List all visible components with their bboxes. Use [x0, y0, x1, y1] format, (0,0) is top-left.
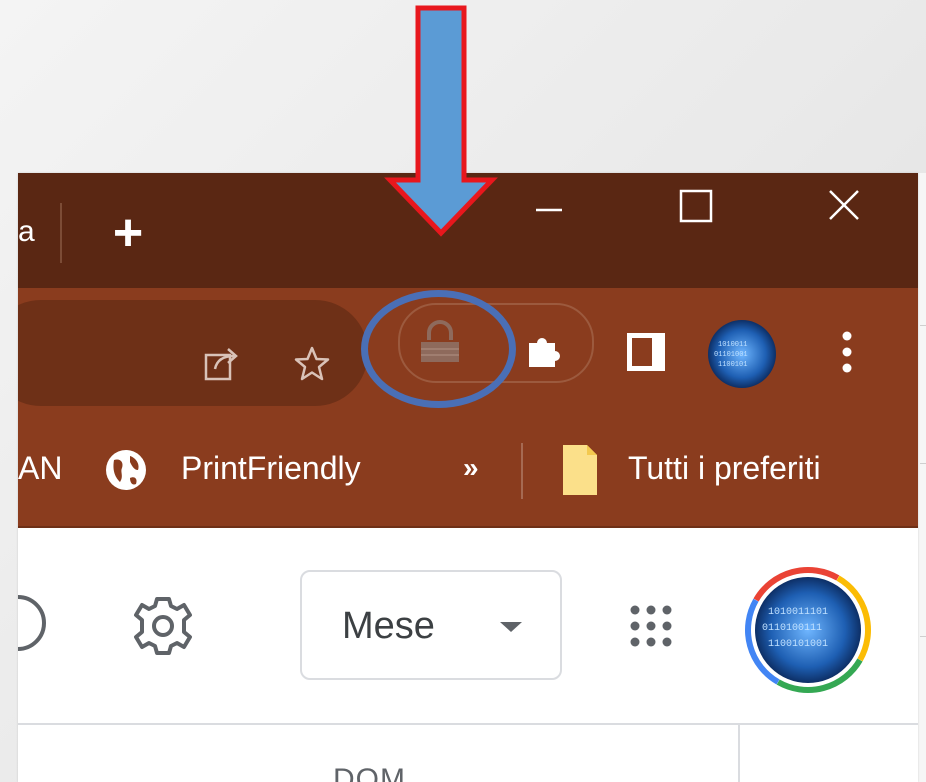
globe-icon [106, 450, 146, 490]
bookmark-fragment[interactable]: AN [18, 448, 62, 488]
maximize-button[interactable] [666, 183, 726, 233]
day-of-week-label: DOM [333, 763, 406, 782]
bookmark-star-icon[interactable] [293, 345, 331, 383]
share-icon[interactable] [203, 345, 241, 383]
apps-grid-icon[interactable] [626, 601, 676, 651]
svg-text:1100101: 1100101 [718, 361, 747, 369]
background-strip [918, 173, 926, 782]
view-selector-label: Mese [342, 605, 435, 647]
grid-divider [18, 723, 918, 725]
caret-down-icon [500, 622, 522, 632]
close-button[interactable] [816, 183, 876, 233]
side-panel-icon[interactable] [624, 330, 668, 374]
all-bookmarks-button[interactable]: Tutti i preferiti [628, 448, 821, 488]
bookmarks-overflow-button[interactable]: » [463, 448, 479, 488]
folder-icon [563, 445, 597, 495]
tab-separator [60, 203, 62, 263]
account-avatar[interactable]: 1010011101 0110100111 1100101001 [744, 566, 872, 694]
help-icon[interactable] [18, 591, 50, 655]
svg-text:1100101001: 1100101001 [768, 639, 828, 650]
svg-text:0110100111: 0110100111 [762, 623, 822, 634]
highlight-ring [361, 290, 516, 408]
address-bar[interactable] [18, 300, 368, 406]
annotation-arrow [384, 5, 498, 237]
svg-text:1010011101: 1010011101 [768, 607, 828, 618]
svg-text:01101001: 01101001 [714, 351, 748, 359]
puzzle-extensions-icon[interactable] [523, 331, 563, 371]
more-vert-icon[interactable] [832, 328, 862, 380]
svg-text:1010011: 1010011 [718, 341, 747, 349]
calendar-header: Mese 1010011101 0110100111 1100101001 DO… [18, 528, 918, 782]
bookmarks-separator [521, 443, 523, 499]
bookmark-printfriendly[interactable]: PrintFriendly [181, 448, 361, 488]
minimize-button[interactable] [518, 183, 578, 233]
browser-window: a + 1010011 01101001 1100101 AN PrintFri… [18, 173, 918, 782]
close-icon [829, 190, 859, 220]
profile-avatar[interactable]: 1010011 01101001 1100101 [706, 318, 778, 390]
tab-title-fragment[interactable]: a [18, 215, 35, 249]
new-tab-button[interactable]: + [106, 207, 150, 259]
column-divider [738, 723, 740, 782]
bookmarks-bar: AN PrintFriendly » Tutti i preferiti [18, 418, 918, 528]
settings-gear-icon[interactable] [130, 593, 196, 659]
view-selector-dropdown[interactable]: Mese [300, 570, 562, 680]
minimize-icon [536, 208, 562, 212]
maximize-icon [679, 189, 713, 223]
